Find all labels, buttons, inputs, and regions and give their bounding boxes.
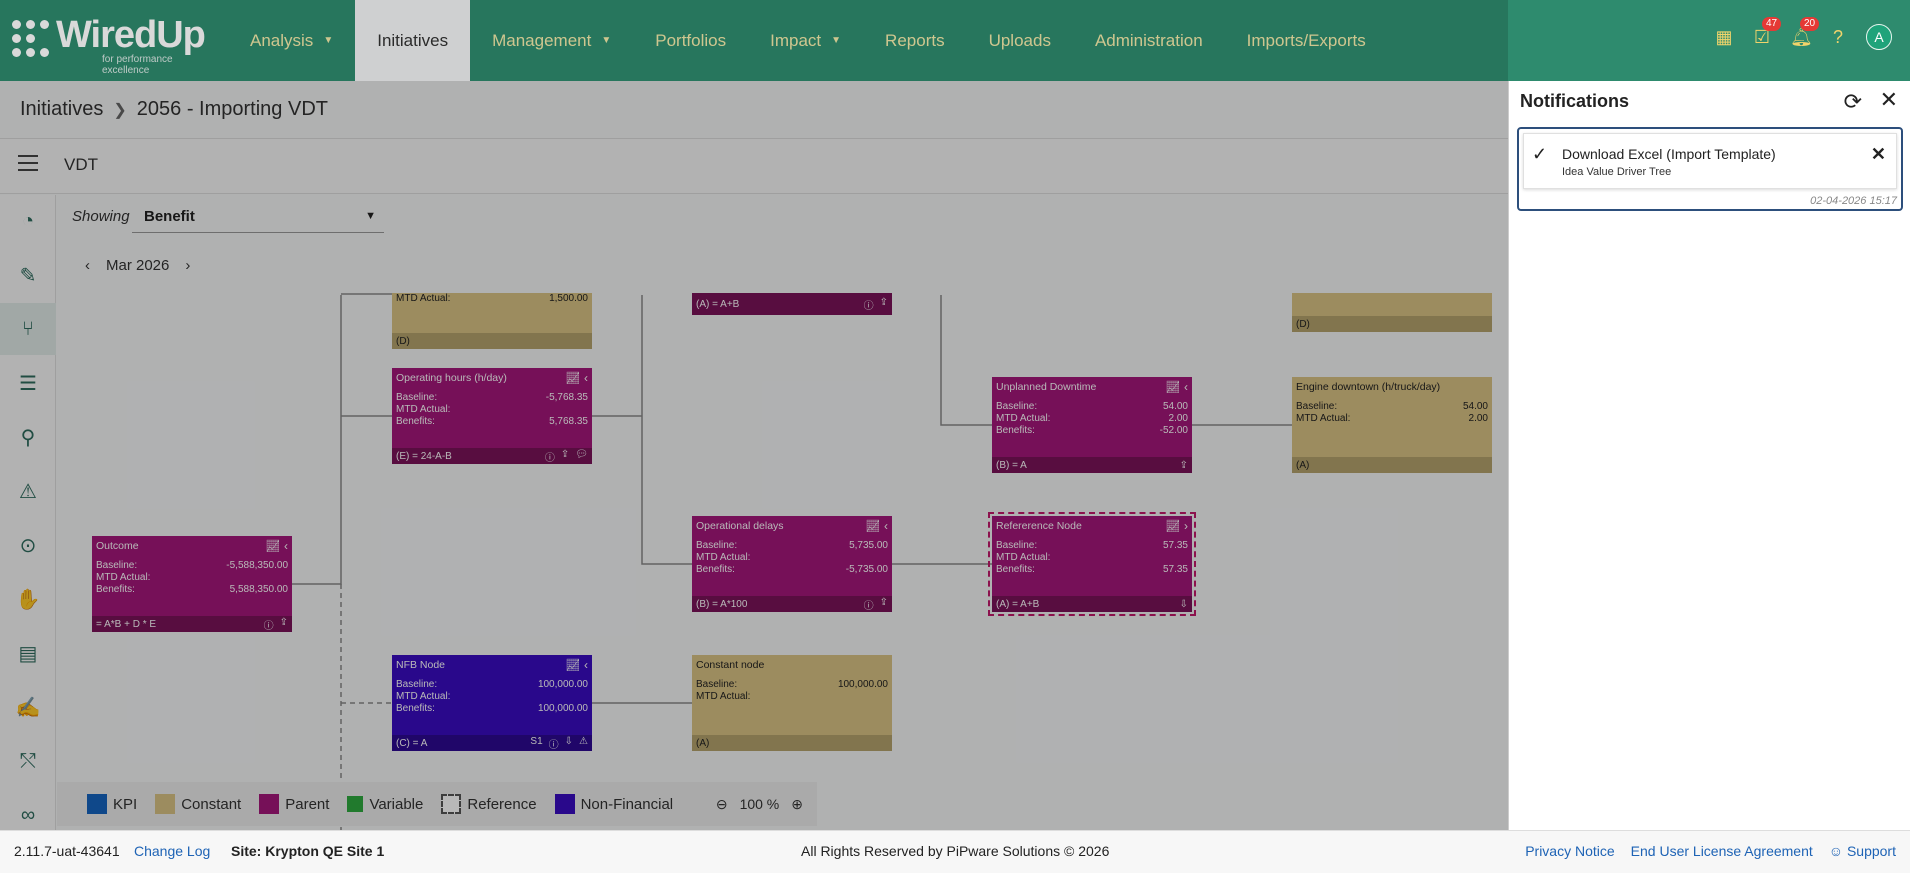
overlay-shade[interactable]: [0, 81, 1508, 830]
tasks-badge: 47: [1762, 17, 1782, 31]
check-icon: ✓: [1532, 144, 1548, 164]
copyright: All Rights Reserved by PiPware Solutions…: [801, 843, 1110, 859]
notification-card: ✓ Download Excel (Import Template) Idea …: [1523, 133, 1897, 189]
avatar[interactable]: A: [1866, 24, 1892, 50]
dismiss-icon[interactable]: ✕: [1871, 144, 1886, 165]
bell-icon[interactable]: 🔔︎ 20: [1790, 17, 1820, 47]
privacy-notice-link[interactable]: Privacy Notice: [1525, 843, 1614, 859]
notification-title: Download Excel (Import Template): [1562, 146, 1776, 162]
notifications-title: Notifications: [1520, 91, 1630, 111]
support-link[interactable]: ☺ Support: [1829, 843, 1896, 859]
overlay-header-shade[interactable]: [0, 0, 1508, 81]
notifications-panel: Notifications ⟳ ✕ ✓ Download Excel (Impo…: [1508, 81, 1910, 830]
help-icon[interactable]: ?: [1828, 27, 1848, 47]
eula-link[interactable]: End User License Agreement: [1631, 843, 1813, 859]
support-label: Support: [1846, 843, 1896, 859]
refresh-icon[interactable]: ⟳: [1844, 89, 1862, 115]
footer: 2.11.7-uat-43641 Change Log Site: Krypto…: [0, 830, 1910, 873]
notification-item[interactable]: ✓ Download Excel (Import Template) Idea …: [1517, 127, 1903, 211]
notification-date: 02-04-2026 15:17: [1810, 195, 1897, 207]
site-name: Site: Krypton QE Site 1: [231, 843, 385, 859]
app-root: WiredUp for performance excellence Analy…: [0, 0, 1910, 873]
change-log-link[interactable]: Change Log: [134, 843, 210, 859]
app-version: 2.11.7-uat-43641: [14, 843, 120, 859]
support-icon: ☺: [1828, 843, 1844, 859]
close-icon[interactable]: ✕: [1880, 87, 1898, 113]
notifications-badge: 20: [1800, 17, 1820, 31]
calendar-icon[interactable]: ▦: [1714, 27, 1734, 47]
footer-links: Privacy Notice End User License Agreemen…: [1525, 843, 1896, 859]
header-icons: ▦ ☑ 47 🔔︎ 20 ? A: [1714, 17, 1892, 50]
tasks-icon[interactable]: ☑ 47: [1752, 17, 1782, 47]
notification-subtitle: Idea Value Driver Tree: [1562, 166, 1672, 178]
